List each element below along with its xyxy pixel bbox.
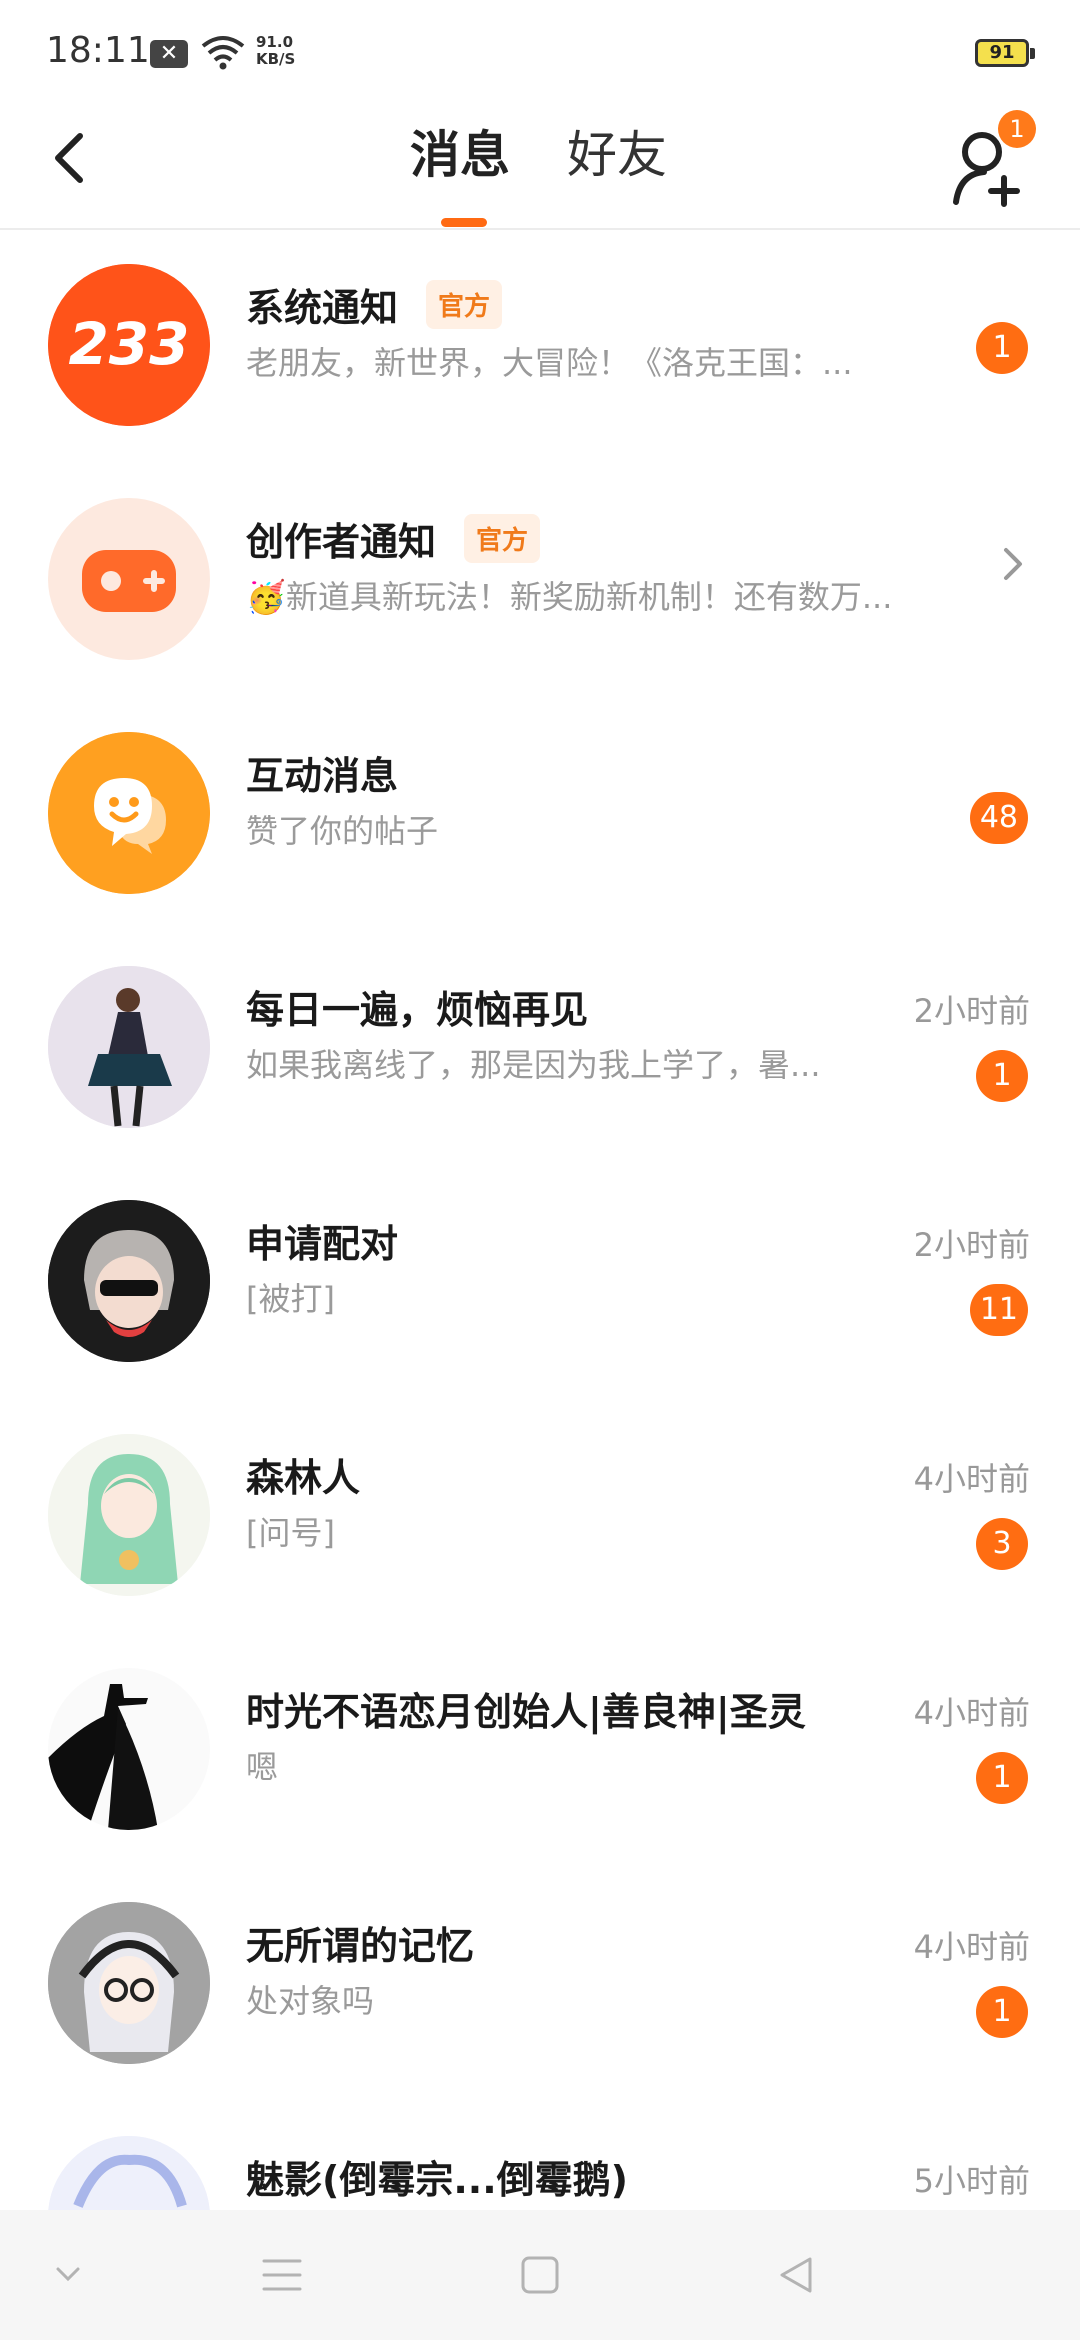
battery-icon: 91 — [975, 39, 1035, 67]
add-friend-badge: 1 — [998, 110, 1036, 148]
official-badge: 官方 — [426, 279, 503, 329]
system-nav-bar — [0, 2210, 1080, 2340]
conversation-preview: 处对象吗 — [246, 1982, 375, 2020]
menu-icon[interactable] — [262, 2255, 302, 2295]
conversation-row[interactable]: 每日一遍，烦恼再见 如果我离线了，那是因为我上学了，暑... 2小时前 1 — [0, 934, 1080, 1168]
conversation-title: 森林人 — [246, 1455, 361, 1500]
home-icon[interactable] — [520, 2255, 560, 2295]
timestamp: 4小时前 — [913, 1694, 1030, 1732]
conversation-row[interactable]: 无所谓的记忆 处对象吗 4小时前 1 — [0, 1870, 1080, 2104]
timestamp: 4小时前 — [913, 1928, 1030, 1966]
timestamp: 4小时前 — [913, 1460, 1030, 1498]
notification-x-icon: ✕ — [150, 40, 188, 68]
tab-messages[interactable]: 消息 — [410, 120, 510, 190]
user-avatar — [48, 1902, 210, 2064]
network-speed: 91.0 KB/S — [256, 34, 295, 68]
conversation-row[interactable]: 申请配对 [被打] 2小时前 11 — [0, 1168, 1080, 1402]
conversation-row[interactable]: 森林人 [问号] 4小时前 3 — [0, 1402, 1080, 1636]
back-arrow-icon[interactable] — [40, 122, 100, 192]
status-bar: 18:11 ✕ 91.0 KB/S 91 — [0, 0, 1080, 100]
chat-bubble-icon — [48, 732, 210, 894]
top-nav: 消息 好友 — [0, 100, 1080, 230]
conversation-preview: 嗯 — [246, 1748, 279, 1786]
wifi-icon — [201, 36, 245, 70]
timestamp: 2小时前 — [913, 1226, 1030, 1264]
conversation-row-interactions[interactable]: 互动消息 赞了你的帖子 48 — [0, 700, 1080, 934]
unread-badge: 48 — [969, 792, 1028, 844]
conversation-row-system-notice[interactable]: 233 系统通知 官方 老朋友，新世界，大冒险！《洛克王国：... 1 — [0, 232, 1080, 466]
conversation-title: 无所谓的记忆 — [246, 1923, 475, 1968]
conversation-preview: 如果我离线了，那是因为我上学了，暑... — [246, 1046, 821, 1084]
unread-badge: 3 — [976, 1518, 1028, 1570]
status-time: 18:11 — [46, 30, 150, 71]
conversation-preview: 赞了你的帖子 — [246, 812, 439, 850]
user-avatar — [48, 1668, 210, 1830]
unread-badge: 11 — [969, 1284, 1028, 1336]
conversation-title: 时光不语恋月创始人|善良神|圣灵 — [246, 1689, 806, 1734]
chevron-right-icon — [1004, 548, 1022, 580]
active-tab-indicator — [441, 218, 487, 227]
timestamp: 2小时前 — [913, 992, 1030, 1030]
battery-level: 91 — [989, 42, 1015, 63]
conversation-preview: 老朋友，新世界，大冒险！《洛克王国：... — [246, 344, 853, 382]
233-logo-icon: 233 — [48, 264, 210, 426]
conversation-title: 系统通知 — [246, 285, 399, 330]
svg-text:233: 233 — [68, 310, 189, 378]
unread-badge: 1 — [976, 1986, 1028, 2038]
unread-badge: 1 — [976, 1050, 1028, 1102]
conversation-title: 创作者通知 — [246, 519, 437, 564]
network-speed-value: 91.0 — [256, 33, 294, 51]
conversation-title: 魅影(倒霉宗...倒霉鹅) — [246, 2157, 629, 2202]
chevron-down-icon[interactable] — [52, 2255, 84, 2295]
gamepad-icon — [48, 498, 210, 660]
official-badge: 官方 — [464, 513, 541, 563]
unread-badge: 1 — [976, 1752, 1028, 1804]
unread-badge: 1 — [976, 322, 1028, 374]
conversation-row[interactable]: 时光不语恋月创始人|善良神|圣灵 嗯 4小时前 1 — [0, 1636, 1080, 1870]
network-speed-unit: KB/S — [256, 50, 296, 68]
conversation-title: 每日一遍，烦恼再见 — [246, 987, 589, 1032]
conversation-preview: [问号] — [246, 1514, 335, 1552]
timestamp: 5小时前 — [913, 2162, 1030, 2200]
conversation-title: 互动消息 — [246, 753, 399, 798]
conversation-title: 申请配对 — [246, 1221, 399, 1266]
user-avatar — [48, 1434, 210, 1596]
back-triangle-icon[interactable] — [776, 2255, 816, 2295]
conversation-preview: 🥳新道具新玩法！新奖励新机制！还有数万... — [246, 578, 893, 616]
user-avatar — [48, 1200, 210, 1362]
conversation-row-creator-notice[interactable]: 创作者通知 官方 🥳新道具新玩法！新奖励新机制！还有数万... — [0, 466, 1080, 700]
tab-friends[interactable]: 好友 — [567, 120, 667, 190]
conversation-preview: [被打] — [246, 1280, 335, 1318]
user-avatar — [48, 966, 210, 1128]
